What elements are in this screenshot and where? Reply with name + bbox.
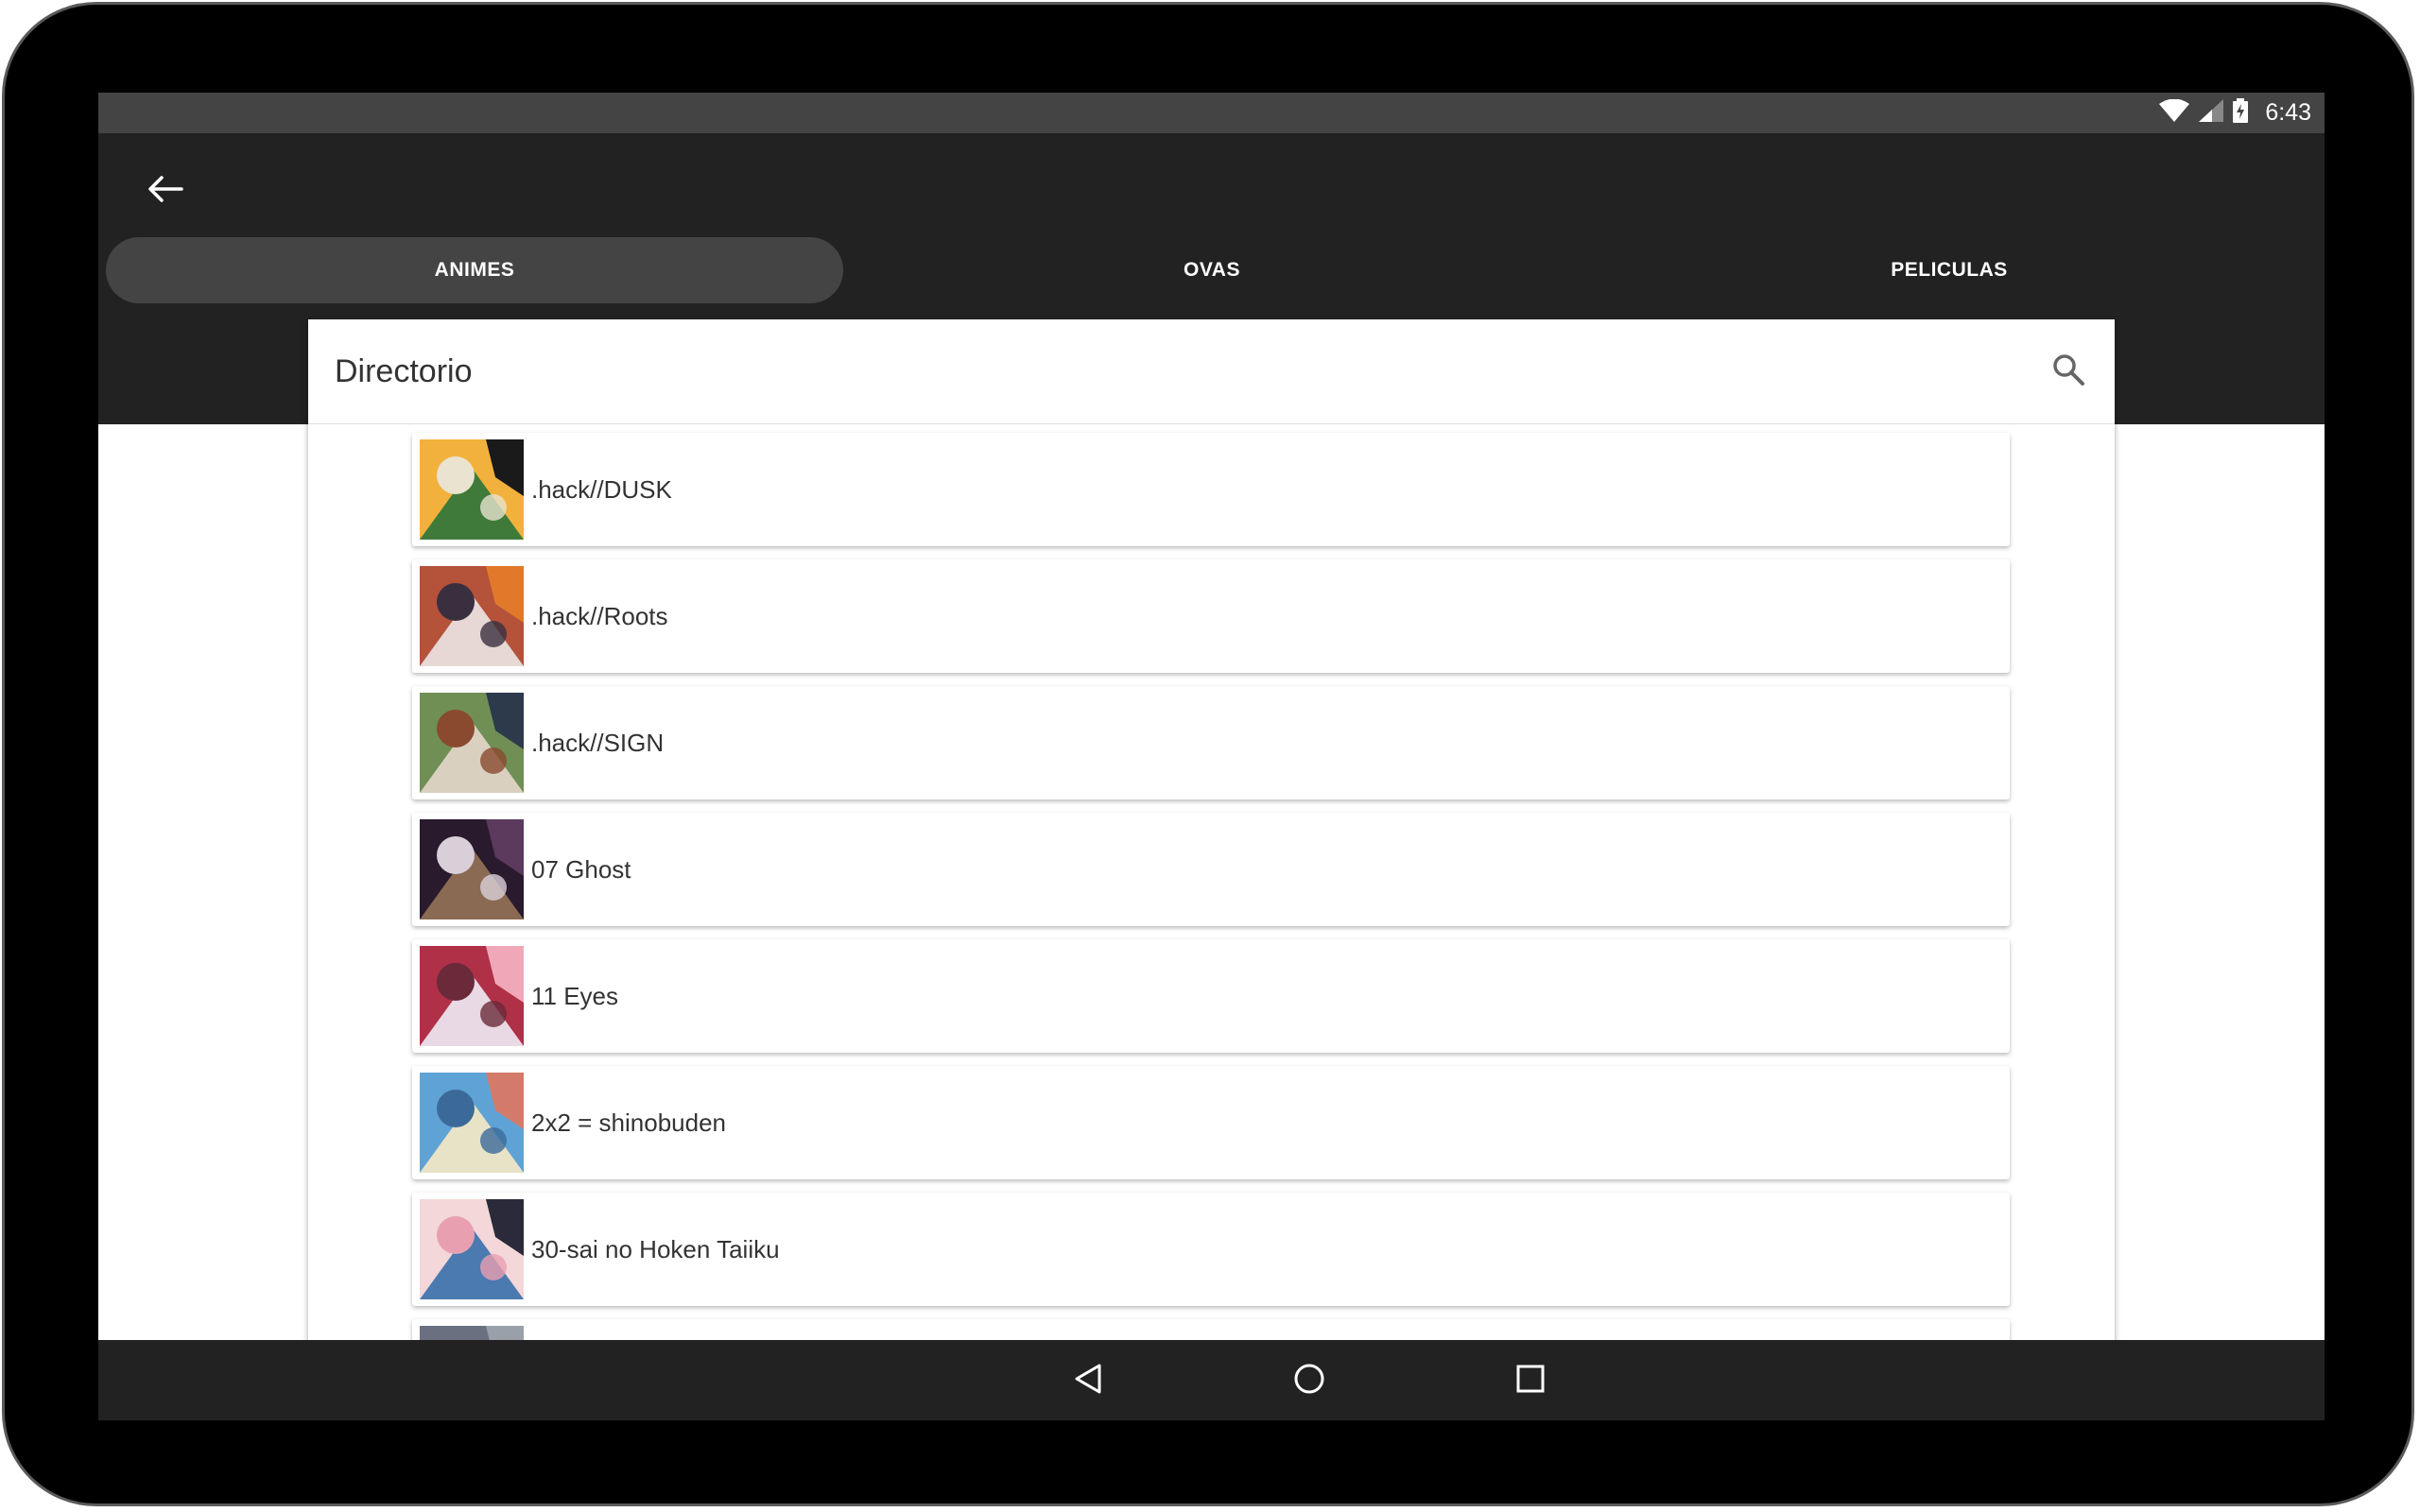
- nav-back-button[interactable]: [1063, 1355, 1114, 1406]
- nav-home-icon: [1293, 1363, 1325, 1400]
- tab-ovas[interactable]: OVAS: [843, 237, 1581, 303]
- cell-signal-icon: [2199, 99, 2224, 127]
- list-item[interactable]: .hack//SIGN: [412, 686, 2010, 799]
- anime-title: .hack//DUSK: [531, 474, 672, 504]
- tab-label: OVAS: [1184, 259, 1240, 281]
- list-item[interactable]: .hack//Roots: [412, 559, 2010, 673]
- anime-cover-image: [420, 439, 524, 540]
- nav-back-icon: [1072, 1363, 1104, 1400]
- directory-title: Directorio: [335, 353, 473, 389]
- nav-home-button[interactable]: [1284, 1355, 1335, 1406]
- anime-cover-image: [420, 819, 524, 919]
- wifi-icon: [2159, 98, 2190, 127]
- directory-card: Directorio .hack//DUSK .hack//Roots .hack/…: [308, 319, 2115, 1420]
- anime-title: 30-sai no Hoken Taiiku: [531, 1234, 780, 1263]
- battery-charging-icon: [2233, 98, 2249, 128]
- back-button[interactable]: [142, 167, 189, 215]
- nav-recents-button[interactable]: [1505, 1355, 1556, 1406]
- search-button[interactable]: [2048, 352, 2088, 391]
- list-item[interactable]: .hack//DUSK: [412, 433, 2010, 546]
- nav-recents-icon: [1514, 1363, 1547, 1400]
- device-frame: 6:43 ANIMES OVAS PELICULAS Directorio .h…: [0, 0, 2420, 1512]
- tab-label: PELICULAS: [1891, 259, 2008, 281]
- anime-cover-image: [420, 946, 524, 1046]
- arrow-back-icon: [147, 175, 183, 208]
- status-icons: 6:43: [2159, 93, 2311, 133]
- screen: 6:43 ANIMES OVAS PELICULAS Directorio .h…: [98, 93, 2325, 1420]
- anime-list: .hack//DUSK .hack//Roots .hack//SIGN 07 Gho…: [412, 433, 2010, 1420]
- status-time: 6:43: [2265, 99, 2311, 126]
- anime-title: 2x2 = shinobuden: [531, 1108, 727, 1137]
- anime-cover-image: [420, 1073, 524, 1173]
- status-bar: 6:43: [98, 93, 2325, 133]
- anime-cover-image: [420, 1199, 524, 1299]
- tab-label: ANIMES: [434, 259, 515, 281]
- anime-cover-image: [420, 693, 524, 793]
- tab-peliculas[interactable]: PELICULAS: [1581, 237, 2318, 303]
- anime-title: .hack//SIGN: [531, 728, 665, 757]
- navigation-bar: [98, 1340, 2325, 1420]
- list-item[interactable]: 07 Ghost: [412, 813, 2010, 926]
- anime-title: 07 Ghost: [531, 854, 631, 884]
- tab-animes[interactable]: ANIMES: [106, 237, 843, 303]
- search-icon: [2051, 352, 2085, 391]
- tab-bar: ANIMES OVAS PELICULAS: [106, 237, 2318, 303]
- directory-header: Directorio: [308, 319, 2115, 424]
- list-item[interactable]: 30-sai no Hoken Taiiku: [412, 1193, 2010, 1306]
- anime-title: 11 Eyes: [531, 981, 619, 1010]
- anime-title: .hack//Roots: [531, 601, 668, 630]
- anime-cover-image: [420, 566, 524, 666]
- list-item[interactable]: 2x2 = shinobuden: [412, 1066, 2010, 1179]
- list-item[interactable]: 11 Eyes: [412, 939, 2010, 1053]
